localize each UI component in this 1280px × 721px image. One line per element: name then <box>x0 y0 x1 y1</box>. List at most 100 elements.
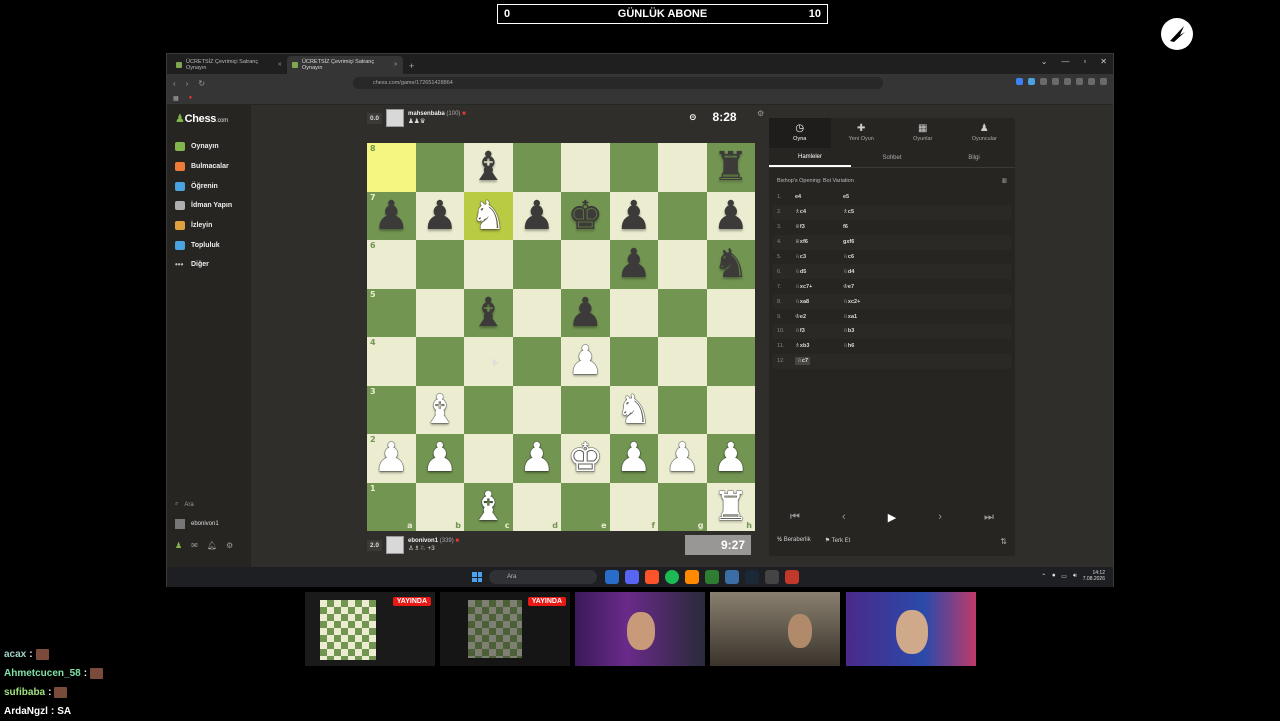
taskbar-app-icon[interactable] <box>625 570 639 584</box>
white-move[interactable]: ♘c3 <box>795 254 843 260</box>
square-d2[interactable]: ♟ <box>512 434 561 483</box>
close-tab-icon[interactable]: ✕ <box>277 62 282 68</box>
white-move[interactable]: ♗c4 <box>795 209 843 215</box>
square-e1[interactable]: e <box>561 482 610 531</box>
square-f4[interactable] <box>609 337 658 386</box>
black-move[interactable]: e5 <box>843 194 983 200</box>
square-h2[interactable]: ♟ <box>706 434 755 483</box>
black-move[interactable]: ♘b3 <box>843 328 983 334</box>
square-c5[interactable]: ♝ <box>464 288 513 337</box>
reload-icon[interactable]: ↻ <box>198 79 205 88</box>
black-rook-icon[interactable]: ♜ <box>713 147 749 187</box>
square-h7[interactable]: ♟ <box>706 191 755 240</box>
first-move-button[interactable]: ⏮ <box>790 511 800 524</box>
white-move[interactable]: ♘f3 <box>795 328 843 334</box>
square-b1[interactable]: b <box>415 482 464 531</box>
square-f6[interactable]: ♟ <box>609 240 658 289</box>
mail-icon[interactable]: ✉ <box>191 541 198 550</box>
extension-icon[interactable] <box>1016 78 1023 85</box>
volume-icon[interactable]: 🔊︎ <box>1073 573 1077 580</box>
taskbar-app-icon[interactable] <box>785 570 799 584</box>
white-move[interactable]: ♘xc7+ <box>795 284 843 290</box>
black-pawn-icon[interactable]: ♟ <box>373 196 409 236</box>
square-b6[interactable] <box>415 240 464 289</box>
close-tab-icon[interactable]: ✕ <box>393 62 398 68</box>
black-move[interactable]: ♔e7 <box>843 284 983 290</box>
square-a5[interactable]: 5 <box>367 288 416 337</box>
square-c8[interactable]: ♝ <box>464 143 513 192</box>
white-bishop-icon[interactable]: ♝ <box>470 487 506 527</box>
square-e7[interactable]: ♚ <box>561 191 610 240</box>
white-king-icon[interactable]: ♚ <box>567 438 603 478</box>
chat-username[interactable]: sufibaba <box>4 683 45 702</box>
square-a2[interactable]: 2 ♟ <box>367 434 416 483</box>
square-e2[interactable]: ♚ <box>561 434 610 483</box>
minimize-button[interactable]: — <box>1061 57 1069 66</box>
sidebar-item-watch[interactable]: İzleyin <box>175 216 232 236</box>
white-move[interactable]: e4 <box>795 194 843 200</box>
tab-play[interactable]: ◷ Oyna <box>769 118 831 148</box>
friends-icon[interactable]: ♟ <box>175 541 182 550</box>
sidebar-item-community[interactable]: Topluluk <box>175 235 232 255</box>
square-d4[interactable] <box>512 337 561 386</box>
square-a4[interactable]: 4 <box>367 337 416 386</box>
black-bishop-icon[interactable]: ♝ <box>470 147 506 187</box>
spotify-icon[interactable] <box>665 570 679 584</box>
url-field[interactable]: chess.com/game/172651428864 <box>353 77 883 89</box>
square-g1[interactable]: g <box>658 482 707 531</box>
square-g6[interactable] <box>658 240 707 289</box>
white-move[interactable]: ♔e2 <box>795 314 843 320</box>
stream-thumbnail-1[interactable]: YAYINDA <box>305 592 435 666</box>
bookmark-icon[interactable]: ● <box>189 95 193 101</box>
square-c4[interactable] <box>464 337 513 386</box>
tab-players[interactable]: ♟ Oyuncular <box>954 118 1016 148</box>
extension-icon[interactable] <box>1076 78 1083 85</box>
tab-info[interactable]: Bilgi <box>933 148 1015 167</box>
square-c7[interactable]: ♞ <box>464 191 513 240</box>
square-a8[interactable]: 8 <box>367 143 416 192</box>
square-f2[interactable]: ♟ <box>609 434 658 483</box>
sidebar-item-more[interactable]: ••• Diğer <box>175 255 232 275</box>
white-pawn-icon[interactable]: ♟ <box>422 438 458 478</box>
tab-moves[interactable]: Hamleler <box>769 148 851 167</box>
white-bishop-icon[interactable]: ♝ <box>422 390 458 430</box>
taskbar-app-icon[interactable] <box>685 570 699 584</box>
black-pawn-icon[interactable]: ♟ <box>567 293 603 333</box>
tab-chat[interactable]: Sohbet <box>851 148 933 167</box>
square-g5[interactable] <box>658 288 707 337</box>
white-pawn-icon[interactable]: ♟ <box>519 438 555 478</box>
chess-logo[interactable]: ♟Chess.com <box>175 112 228 125</box>
square-g7[interactable] <box>658 191 707 240</box>
sidebar-item-train[interactable]: İdman Yapın <box>175 196 232 216</box>
square-g3[interactable] <box>658 385 707 434</box>
mic-icon[interactable]: ⏺ <box>1052 573 1055 580</box>
square-b8[interactable] <box>415 143 464 192</box>
white-move[interactable]: ♗xb3 <box>795 343 843 349</box>
white-move[interactable]: ♕xf6 <box>795 239 843 245</box>
sidebar-item-learn[interactable]: Öğrenin <box>175 176 232 196</box>
square-d3[interactable] <box>512 385 561 434</box>
chess-board[interactable]: 8 ♝ ♜ 7 ♟ ♟ ♞ ♟ ♚ ♟ ♟ 6 ♟ ♞ 5 ♝ ♟ 4 ♟ 3 ♝ ♞ 2 ♟ ♟ ♟ ♚ ♟ ♟ ♟ 1 a b c ♝ d e f g h… <box>367 143 755 531</box>
white-knight-icon[interactable]: ♞ <box>616 390 652 430</box>
square-f5[interactable] <box>609 288 658 337</box>
extension-icon[interactable] <box>1040 78 1047 85</box>
white-pawn-icon[interactable]: ♟ <box>713 438 749 478</box>
square-b3[interactable]: ♝ <box>415 385 464 434</box>
black-move[interactable]: gxf6 <box>843 239 983 245</box>
black-move[interactable]: f6 <box>843 224 983 230</box>
browser-tab-1[interactable]: ÜCRETSİZ Çevrimiçi Satranç Oynayın ✕ <box>171 56 287 74</box>
black-pawn-icon[interactable]: ♟ <box>519 196 555 236</box>
resign-button[interactable]: ⚑ Terk Et <box>825 537 851 546</box>
last-move-button[interactable]: ⏭ <box>984 511 994 524</box>
square-c6[interactable] <box>464 240 513 289</box>
extension-icon[interactable] <box>1028 78 1035 85</box>
square-e5[interactable]: ♟ <box>561 288 610 337</box>
square-g4[interactable] <box>658 337 707 386</box>
next-move-button[interactable]: › <box>938 511 942 523</box>
close-window-button[interactable]: ✕ <box>1100 57 1107 66</box>
menu-icon[interactable] <box>1100 78 1107 85</box>
square-g2[interactable]: ♟ <box>658 434 707 483</box>
square-e6[interactable] <box>561 240 610 289</box>
black-bishop-icon[interactable]: ♝ <box>470 293 506 333</box>
square-f3[interactable]: ♞ <box>609 385 658 434</box>
